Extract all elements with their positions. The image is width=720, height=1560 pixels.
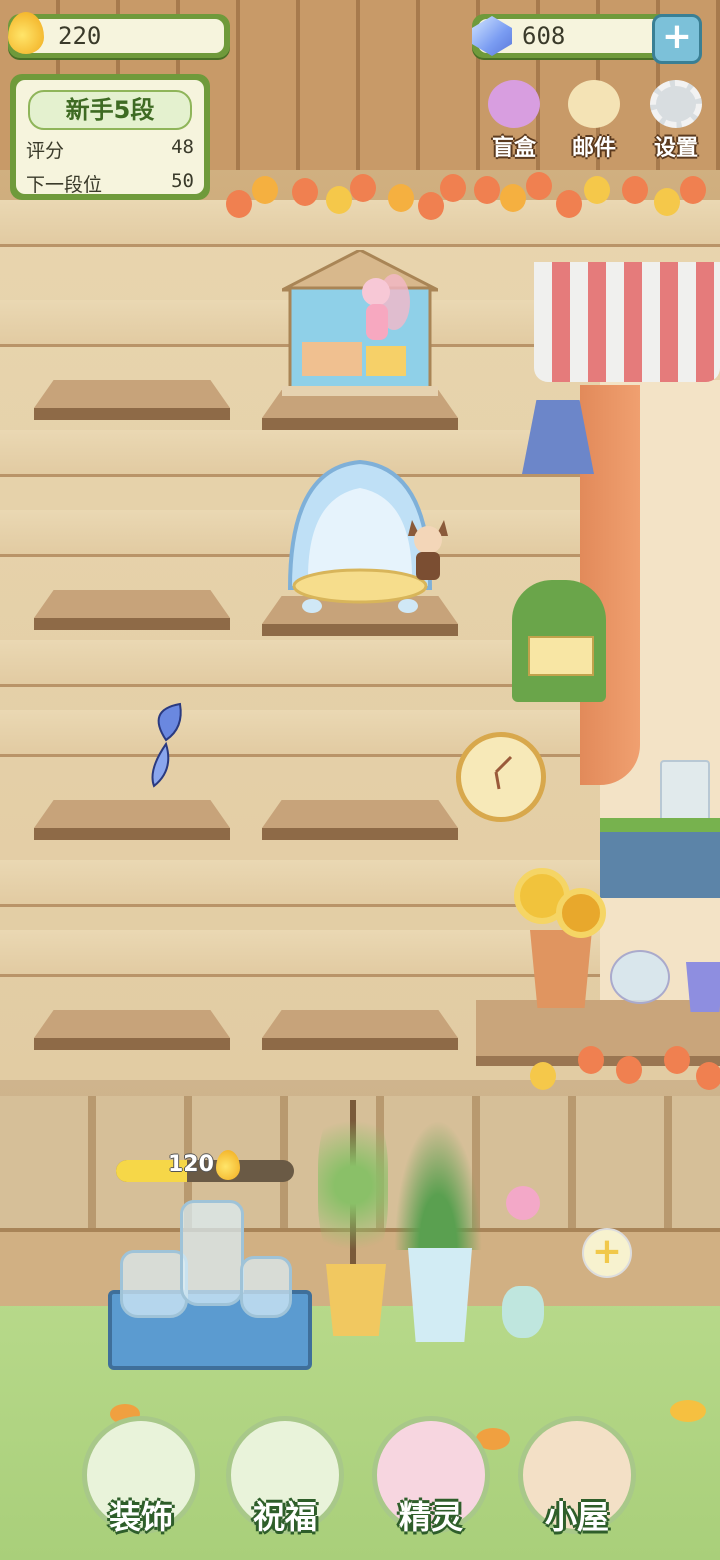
next-rank-row: 下一段位 50 — [26, 170, 194, 197]
wall-shelf[interactable] — [262, 800, 458, 840]
lantern-icon — [616, 1056, 642, 1084]
envelope-icon — [528, 636, 594, 676]
mailbox[interactable] — [512, 580, 606, 702]
honey-count: 220 — [14, 19, 224, 53]
score-value: 48 — [171, 136, 194, 158]
settings-button[interactable]: 设置 — [640, 80, 712, 162]
wall-clock[interactable] — [456, 732, 546, 822]
energy-value: 120 — [168, 1152, 214, 1177]
striped-awning — [534, 262, 720, 382]
rank-panel[interactable]: 新手5段 评分 48 下一段位 50 — [10, 74, 210, 200]
mail-label: 邮件 — [571, 136, 616, 161]
gear-icon — [650, 80, 702, 128]
mail-button[interactable]: 邮件 — [558, 80, 630, 162]
honey-drop-icon — [8, 12, 44, 54]
curtain — [580, 385, 640, 785]
add-gems-button[interactable]: + — [652, 14, 702, 64]
lantern-icon — [578, 1046, 604, 1074]
lantern-icon — [418, 192, 444, 220]
rank-title: 新手5段 — [28, 90, 192, 130]
purple-pot[interactable] — [686, 962, 720, 1012]
clock-hands-icon — [494, 755, 513, 790]
wall-shelf[interactable] — [34, 590, 230, 630]
blind-box-label: 盲盒 — [491, 136, 536, 161]
vase[interactable] — [408, 1248, 472, 1342]
sunflower-icon — [556, 888, 606, 938]
score-label: 评分 — [26, 140, 65, 162]
lemon-tree-pot[interactable] — [326, 1264, 386, 1336]
palm-plant[interactable] — [394, 1120, 482, 1250]
sunflower-pot[interactable] — [530, 930, 592, 1008]
wall-shelf[interactable] — [34, 380, 230, 420]
pink-fairy-sprite[interactable] — [348, 272, 410, 348]
honey-jar[interactable] — [120, 1250, 188, 1318]
lantern-icon — [350, 174, 376, 202]
lantern-icon — [696, 1062, 720, 1090]
fox-eared-sprite[interactable] — [406, 516, 450, 588]
lantern-icon — [388, 184, 414, 212]
flower-vase[interactable] — [502, 1286, 544, 1338]
lantern-icon — [226, 190, 252, 218]
mail-icon — [568, 80, 620, 128]
add-decoration-button[interactable]: + — [582, 1228, 632, 1278]
lantern-icon — [526, 172, 552, 200]
yellow-flower-icon — [670, 1400, 706, 1422]
lantern-icon — [680, 176, 706, 204]
blind-box-icon — [488, 80, 540, 128]
lemon-tree[interactable] — [318, 1100, 388, 1270]
house-label: 小屋 — [544, 1498, 609, 1536]
glass-plant-bowl[interactable] — [610, 950, 670, 1004]
lantern-icon — [654, 188, 680, 216]
lantern-icon — [440, 174, 466, 202]
lantern-icon — [500, 184, 526, 212]
pink-flower-icon — [506, 1186, 540, 1220]
wall-shelf[interactable] — [34, 800, 230, 840]
honey-jar[interactable] — [180, 1200, 244, 1306]
lantern-icon — [584, 176, 610, 204]
wall-shelf[interactable] — [262, 1010, 458, 1050]
wall-plank — [0, 200, 720, 247]
side-table-top — [600, 818, 720, 832]
decorate-label: 装饰 — [108, 1498, 173, 1536]
honey-drop-icon — [216, 1150, 240, 1180]
blind-box-button[interactable]: 盲盒 — [478, 80, 550, 162]
blessing-label: 祝福 — [252, 1498, 317, 1536]
lantern-icon — [474, 176, 500, 204]
lantern-icon — [530, 1062, 556, 1090]
lantern-icon — [252, 176, 278, 204]
house-nav-button[interactable]: 小屋 — [518, 1416, 636, 1538]
wall-shelf[interactable] — [34, 1010, 230, 1050]
fairy-label: 精灵 — [398, 1498, 463, 1536]
honey-jar[interactable] — [240, 1256, 292, 1318]
next-rank-value: 50 — [171, 170, 194, 192]
fairy-nav-button[interactable]: 精灵 — [372, 1416, 490, 1538]
game-scene: 120 + 220 608 + 新手5段 评分 48 下一段位 50 盲盒 邮件… — [0, 0, 720, 1560]
decorate-nav-button[interactable]: 装饰 — [82, 1416, 200, 1538]
lantern-icon — [326, 186, 352, 214]
blue-butterfly[interactable] — [144, 700, 190, 790]
settings-label: 设置 — [653, 136, 698, 161]
score-row: 评分 48 — [26, 136, 194, 163]
blessing-nav-button[interactable]: 祝福 — [226, 1416, 344, 1538]
lantern-icon — [556, 190, 582, 218]
lantern-icon — [622, 176, 648, 204]
lantern-icon — [664, 1046, 690, 1074]
next-rank-label: 下一段位 — [26, 174, 103, 196]
lantern-icon — [292, 178, 318, 206]
